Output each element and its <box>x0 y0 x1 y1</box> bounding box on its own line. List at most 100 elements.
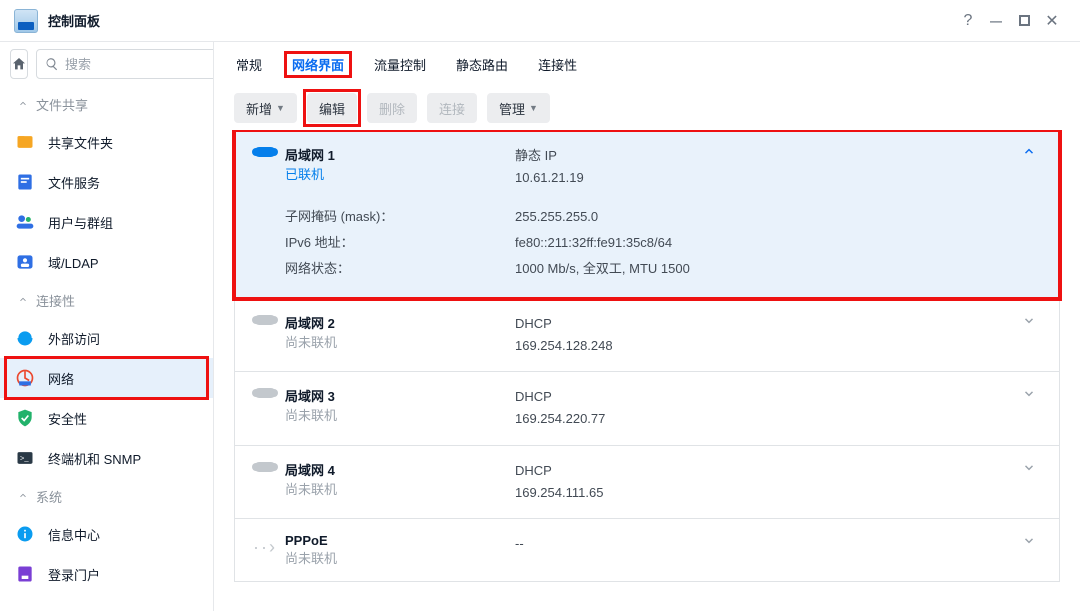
main-panel: 常规 网络界面 流量控制 静态路由 连接性 新增▼ 编辑 删除 连接 管理▼ 局域网 1… <box>214 42 1080 611</box>
home-button[interactable] <box>10 49 28 79</box>
sidebar-item-label: 安全性 <box>48 409 87 428</box>
sidebar-item-icon <box>14 563 36 585</box>
expand-toggle[interactable] <box>1017 460 1041 474</box>
interface-card[interactable]: 局域网 1已联机静态 IP10.61.21.19子网掩码 (mask)：255.… <box>234 130 1060 299</box>
sidebar-group-label: 文件共享 <box>36 95 88 114</box>
sidebar-item-icon <box>14 211 36 233</box>
toolbar: 新增▼ 编辑 删除 连接 管理▼ <box>214 86 1080 130</box>
sidebar-item-安全性[interactable]: 安全性 <box>0 398 213 438</box>
interface-ip: 169.254.220.77 <box>515 408 1017 430</box>
lan-icon <box>245 313 285 325</box>
lan-icon <box>245 386 285 398</box>
chevron-icon <box>1022 313 1036 327</box>
sidebar-item-label: 网络 <box>48 369 74 388</box>
detail-value: 1000 Mb/s, 全双工, MTU 1500 <box>515 256 690 282</box>
sidebar-item-label: 共享文件夹 <box>48 133 113 152</box>
interface-card[interactable]: 局域网 3尚未联机DHCP169.254.220.77 <box>234 372 1060 445</box>
edit-button[interactable]: 编辑 <box>307 93 357 123</box>
sidebar-item-icon <box>14 171 36 193</box>
detail-value: fe80::211:32ff:fe91:35c8/64 <box>515 230 672 256</box>
sidebar-item-用户与群组[interactable]: 用户与群组 <box>0 202 213 242</box>
sidebar-item-信息中心[interactable]: 信息中心 <box>0 514 213 554</box>
tab-bar: 常规 网络界面 流量控制 静态路由 连接性 <box>214 42 1080 86</box>
sidebar-group-header[interactable]: 连接性 <box>0 282 213 318</box>
chevron-up-icon <box>18 491 28 501</box>
sidebar-item-label: 用户与群组 <box>48 213 113 232</box>
detail-label: IPv6 地址： <box>285 230 515 256</box>
detail-value: 255.255.255.0 <box>515 204 598 230</box>
tab-流量控制[interactable]: 流量控制 <box>372 54 428 77</box>
connect-button: 连接 <box>427 93 477 123</box>
interface-card[interactable]: 局域网 4尚未联机DHCP169.254.111.65 <box>234 446 1060 519</box>
add-button[interactable]: 新增▼ <box>234 93 297 123</box>
sidebar-item-icon <box>14 367 36 389</box>
expand-toggle[interactable] <box>1017 386 1041 400</box>
interface-card[interactable]: ··›PPPoE尚未联机-- <box>234 519 1060 582</box>
app-icon <box>14 9 38 33</box>
sidebar-item-icon <box>14 523 36 545</box>
interface-type: 静态 IP <box>515 145 1017 167</box>
sidebar-item-域/LDAP[interactable]: 域/LDAP <box>0 242 213 282</box>
expand-toggle[interactable] <box>1017 145 1041 159</box>
search-input[interactable] <box>65 57 214 72</box>
sidebar-item-终端机和 SNMP[interactable]: >_终端机和 SNMP <box>0 438 213 478</box>
chevron-up-icon <box>18 295 28 305</box>
sidebar-item-label: 文件服务 <box>48 173 100 192</box>
sidebar-item-网络[interactable]: 网络 <box>0 358 213 398</box>
sidebar: 文件共享共享文件夹文件服务用户与群组域/LDAP 连接性外部访问网络安全性 >_终端… <box>0 42 214 611</box>
interface-type: DHCP <box>515 460 1017 482</box>
title-bar: 控制面板 <box>0 0 1080 42</box>
sidebar-item-label: 域/LDAP <box>48 253 99 272</box>
interface-ip: 169.254.128.248 <box>515 335 1017 357</box>
interface-status: 尚未联机 <box>285 405 515 424</box>
chevron-icon <box>1022 460 1036 474</box>
close-button[interactable] <box>1038 7 1066 35</box>
interface-type: DHCP <box>515 313 1017 335</box>
interface-name: 局域网 2 <box>285 313 515 332</box>
tab-网络界面[interactable]: 网络界面 <box>290 54 346 77</box>
chevron-icon <box>1022 386 1036 400</box>
search-icon <box>45 57 59 71</box>
interface-ip: 169.254.111.65 <box>515 482 1017 504</box>
expand-toggle[interactable] <box>1017 533 1041 547</box>
manage-button[interactable]: 管理▼ <box>487 93 550 123</box>
interface-name: 局域网 4 <box>285 460 515 479</box>
sidebar-item-外部访问[interactable]: 外部访问 <box>0 318 213 358</box>
interface-status: 已联机 <box>285 164 515 183</box>
svg-text:>_: >_ <box>20 454 29 463</box>
help-button[interactable] <box>954 7 982 35</box>
interface-name: 局域网 3 <box>285 386 515 405</box>
pppoe-icon: ··› <box>245 533 285 558</box>
sidebar-item-登录门户[interactable]: 登录门户 <box>0 554 213 594</box>
lan-icon <box>245 145 285 157</box>
sidebar-item-共享文件夹[interactable]: 共享文件夹 <box>0 122 213 162</box>
sidebar-item-文件服务[interactable]: 文件服务 <box>0 162 213 202</box>
sidebar-item-label: 登录门户 <box>48 565 100 584</box>
interface-status: 尚未联机 <box>285 332 515 351</box>
sidebar-item-label: 信息中心 <box>48 525 100 544</box>
interface-ip: 10.61.21.19 <box>515 167 1017 189</box>
sidebar-item-label: 外部访问 <box>48 329 100 348</box>
tab-连接性[interactable]: 连接性 <box>536 54 579 77</box>
interface-details: 子网掩码 (mask)：255.255.255.0IPv6 地址：fe80::2… <box>235 204 1059 298</box>
sidebar-group-header[interactable]: 文件共享 <box>0 86 213 122</box>
minimize-button[interactable] <box>982 7 1010 35</box>
chevron-up-icon <box>18 99 28 109</box>
sidebar-item-icon <box>14 407 36 429</box>
interface-ip: -- <box>515 533 1017 555</box>
detail-label: 子网掩码 (mask)： <box>285 204 515 230</box>
tab-静态路由[interactable]: 静态路由 <box>454 54 510 77</box>
sidebar-group-header[interactable]: 系统 <box>0 478 213 514</box>
sidebar-group-label: 系统 <box>36 487 62 506</box>
interface-name: PPPoE <box>285 533 515 548</box>
interface-card[interactable]: 局域网 2尚未联机DHCP169.254.128.248 <box>234 299 1060 372</box>
window-title: 控制面板 <box>48 11 100 30</box>
sidebar-item-icon <box>14 327 36 349</box>
maximize-button[interactable] <box>1010 7 1038 35</box>
home-icon <box>11 56 27 72</box>
tab-常规[interactable]: 常规 <box>234 54 264 77</box>
interface-type: DHCP <box>515 386 1017 408</box>
expand-toggle[interactable] <box>1017 313 1041 327</box>
search-field[interactable] <box>36 49 214 79</box>
interface-name: 局域网 1 <box>285 145 515 164</box>
